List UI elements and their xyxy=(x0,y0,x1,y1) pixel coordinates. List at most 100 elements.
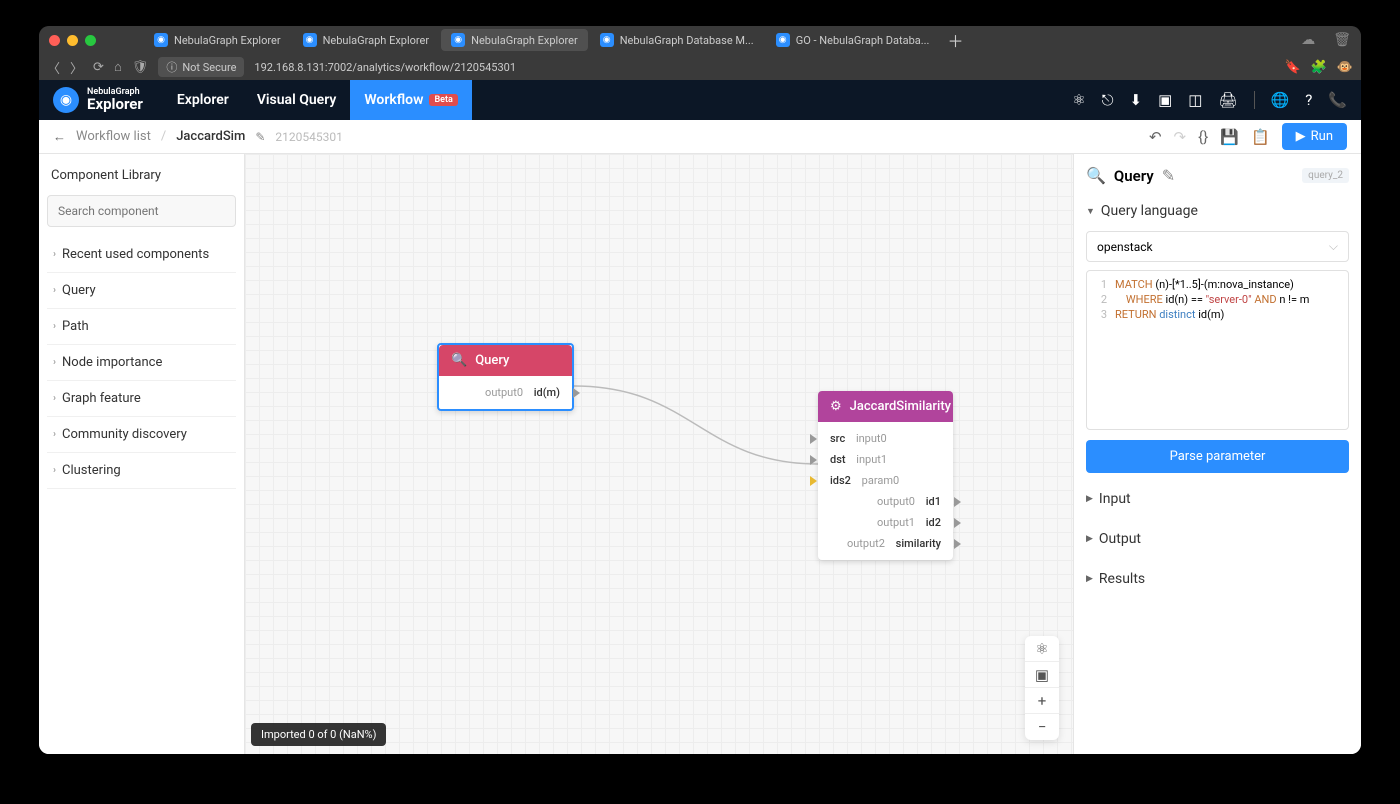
layout-icon[interactable]: ◫ xyxy=(1188,91,1202,109)
tab-favicon-icon: ◉ xyxy=(303,33,317,47)
undo-icon[interactable]: ↶ xyxy=(1149,128,1162,146)
save-as-icon[interactable]: 📋 xyxy=(1251,128,1270,146)
save-icon[interactable]: 💾 xyxy=(1220,128,1239,146)
bookmark-icon[interactable]: 🔖 xyxy=(1284,60,1300,75)
browser-tab[interactable]: ◉NebulaGraph Explorer xyxy=(441,29,588,51)
graph-icon[interactable]: ⚛ xyxy=(1072,91,1085,109)
url-bar: 〈 〉 ⟳ ⌂ 🛡 ⓘNot Secure 192.168.8.131:7002… xyxy=(39,54,1361,80)
section-output[interactable]: ▶Output xyxy=(1086,525,1349,553)
breadcrumb-sep: / xyxy=(161,129,166,144)
line-number: 2 xyxy=(1091,293,1107,306)
output-port-icon[interactable] xyxy=(954,539,961,549)
download-icon[interactable]: ⬇ xyxy=(1130,91,1143,109)
input-port-icon[interactable] xyxy=(810,434,817,444)
port-value: dst xyxy=(830,453,846,466)
language-select[interactable]: openstack⌵ xyxy=(1086,231,1349,262)
node-header[interactable]: ⚙JaccardSimilarity xyxy=(818,391,953,422)
new-tab-button[interactable]: ＋ xyxy=(941,28,969,52)
minimize-window-icon[interactable] xyxy=(67,35,78,46)
browser-tab[interactable]: ◉NebulaGraph Explorer xyxy=(293,29,440,51)
redo-icon[interactable]: ↷ xyxy=(1174,128,1187,146)
input-port-icon[interactable] xyxy=(810,476,817,486)
tab-label: NebulaGraph Explorer xyxy=(471,34,578,47)
maximize-window-icon[interactable] xyxy=(85,35,96,46)
section-query-language[interactable]: ▼Query language xyxy=(1086,197,1349,225)
section-results[interactable]: ▶Results xyxy=(1086,565,1349,593)
shield-icon[interactable]: 🛡 xyxy=(132,60,149,75)
close-window-icon[interactable] xyxy=(49,35,60,46)
help-icon[interactable]: ? xyxy=(1305,91,1312,109)
url-text[interactable]: 192.168.8.131:7002/analytics/workflow/21… xyxy=(254,61,1274,74)
section-input[interactable]: ▶Input xyxy=(1086,485,1349,513)
browser-tab[interactable]: ◉NebulaGraph Database M... xyxy=(590,29,764,51)
sidebar-item[interactable]: ›Path xyxy=(47,309,236,345)
avatar-icon[interactable]: 🐵 xyxy=(1337,60,1353,75)
node-output-row[interactable]: output0 id(m) xyxy=(439,382,572,403)
security-label: Not Secure xyxy=(182,61,236,74)
run-button[interactable]: ▶Run xyxy=(1282,123,1347,150)
output-port-icon[interactable] xyxy=(573,388,580,398)
back-arrow-icon[interactable]: ← xyxy=(53,129,66,145)
home-icon[interactable]: ⌂ xyxy=(114,59,122,75)
port-label: output0 xyxy=(485,386,523,399)
code-text: id(m) xyxy=(1195,308,1224,321)
cloud-icon[interactable]: ☁ xyxy=(1301,32,1315,48)
sidebar-item[interactable]: ›Graph feature xyxy=(47,381,236,417)
sidebar-item[interactable]: ›Recent used components xyxy=(47,237,236,273)
input-port-icon[interactable] xyxy=(810,455,817,465)
window-icon[interactable]: ▣ xyxy=(1158,91,1172,109)
browser-tab[interactable]: ◉NebulaGraph Explorer xyxy=(144,29,291,51)
node-output-row[interactable]: output1 id2 xyxy=(818,512,953,533)
code-text: (n)-[*1..5]-(m:nova_instance) xyxy=(1153,278,1294,291)
node-input-row[interactable]: src input0 xyxy=(818,428,953,449)
sidebar-item[interactable]: ›Query xyxy=(47,273,236,309)
sidebar-item[interactable]: ›Community discovery xyxy=(47,417,236,453)
nav-workflow[interactable]: WorkflowBeta xyxy=(350,80,472,120)
trash-icon[interactable]: 🗑 xyxy=(1333,32,1351,48)
play-icon: ▶ xyxy=(1296,129,1306,144)
print-icon[interactable]: 🖨 xyxy=(1218,91,1237,109)
parse-button[interactable]: Parse parameter xyxy=(1086,440,1349,473)
output-port-icon[interactable] xyxy=(954,497,961,507)
reload-icon[interactable]: ⟳ xyxy=(93,60,104,75)
node-jaccard[interactable]: ⚙JaccardSimilarity src input0 dst input1… xyxy=(818,391,953,560)
port-label: input0 xyxy=(856,432,887,445)
edit-icon[interactable]: ✎ xyxy=(1162,166,1175,185)
phone-icon[interactable]: 📞 xyxy=(1328,91,1347,109)
search-input[interactable] xyxy=(47,195,236,227)
code-keyword: MATCH xyxy=(1115,278,1153,291)
nav-explorer[interactable]: Explorer xyxy=(163,80,243,120)
tree-icon[interactable]: ⎋ xyxy=(1102,91,1114,109)
code-keyword: WHERE xyxy=(1126,293,1163,306)
node-query[interactable]: 🔍Query output0 id(m) xyxy=(437,343,574,411)
back-icon[interactable]: 〈 xyxy=(47,58,60,77)
sidebar-item[interactable]: ›Clustering xyxy=(47,453,236,489)
chevron-right-icon: › xyxy=(53,285,56,296)
caret-right-icon: ▶ xyxy=(1086,494,1093,504)
nav-visual-query[interactable]: Visual Query xyxy=(243,80,351,120)
code-icon[interactable]: {} xyxy=(1198,128,1208,146)
tab-favicon-icon: ◉ xyxy=(154,33,168,47)
zoom-out-icon[interactable]: − xyxy=(1025,714,1059,740)
globe-icon[interactable]: 🌐 xyxy=(1271,91,1290,109)
forward-icon[interactable]: 〉 xyxy=(70,58,83,77)
browser-tab[interactable]: ◉GO - NebulaGraph Databa... xyxy=(766,29,940,51)
app-logo[interactable]: ◉ NebulaGraphExplorer xyxy=(53,87,143,113)
node-input-row[interactable]: ids2 param0 xyxy=(818,470,953,491)
edit-icon[interactable]: ✎ xyxy=(255,130,265,144)
extension-icon[interactable]: 🧩 xyxy=(1311,60,1327,75)
layout-tool-icon[interactable]: ⚛ xyxy=(1025,636,1059,662)
output-port-icon[interactable] xyxy=(954,518,961,528)
node-output-row[interactable]: output0 id1 xyxy=(818,491,953,512)
workflow-canvas[interactable]: 🔍Query output0 id(m) ⚙JaccardSimilarity … xyxy=(245,154,1073,754)
fit-screen-icon[interactable]: ▣ xyxy=(1025,662,1059,688)
sidebar-item[interactable]: ›Node importance xyxy=(47,345,236,381)
node-output-row[interactable]: output2 similarity xyxy=(818,533,953,554)
node-header[interactable]: 🔍Query xyxy=(439,345,572,376)
zoom-in-icon[interactable]: + xyxy=(1025,688,1059,714)
chevron-right-icon: › xyxy=(53,249,56,260)
breadcrumb-parent[interactable]: Workflow list xyxy=(76,129,151,144)
node-input-row[interactable]: dst input1 xyxy=(818,449,953,470)
security-chip[interactable]: ⓘNot Secure xyxy=(158,57,244,77)
query-editor[interactable]: 1MATCH (n)-[*1..5]-(m:nova_instance) 2 W… xyxy=(1086,270,1349,430)
